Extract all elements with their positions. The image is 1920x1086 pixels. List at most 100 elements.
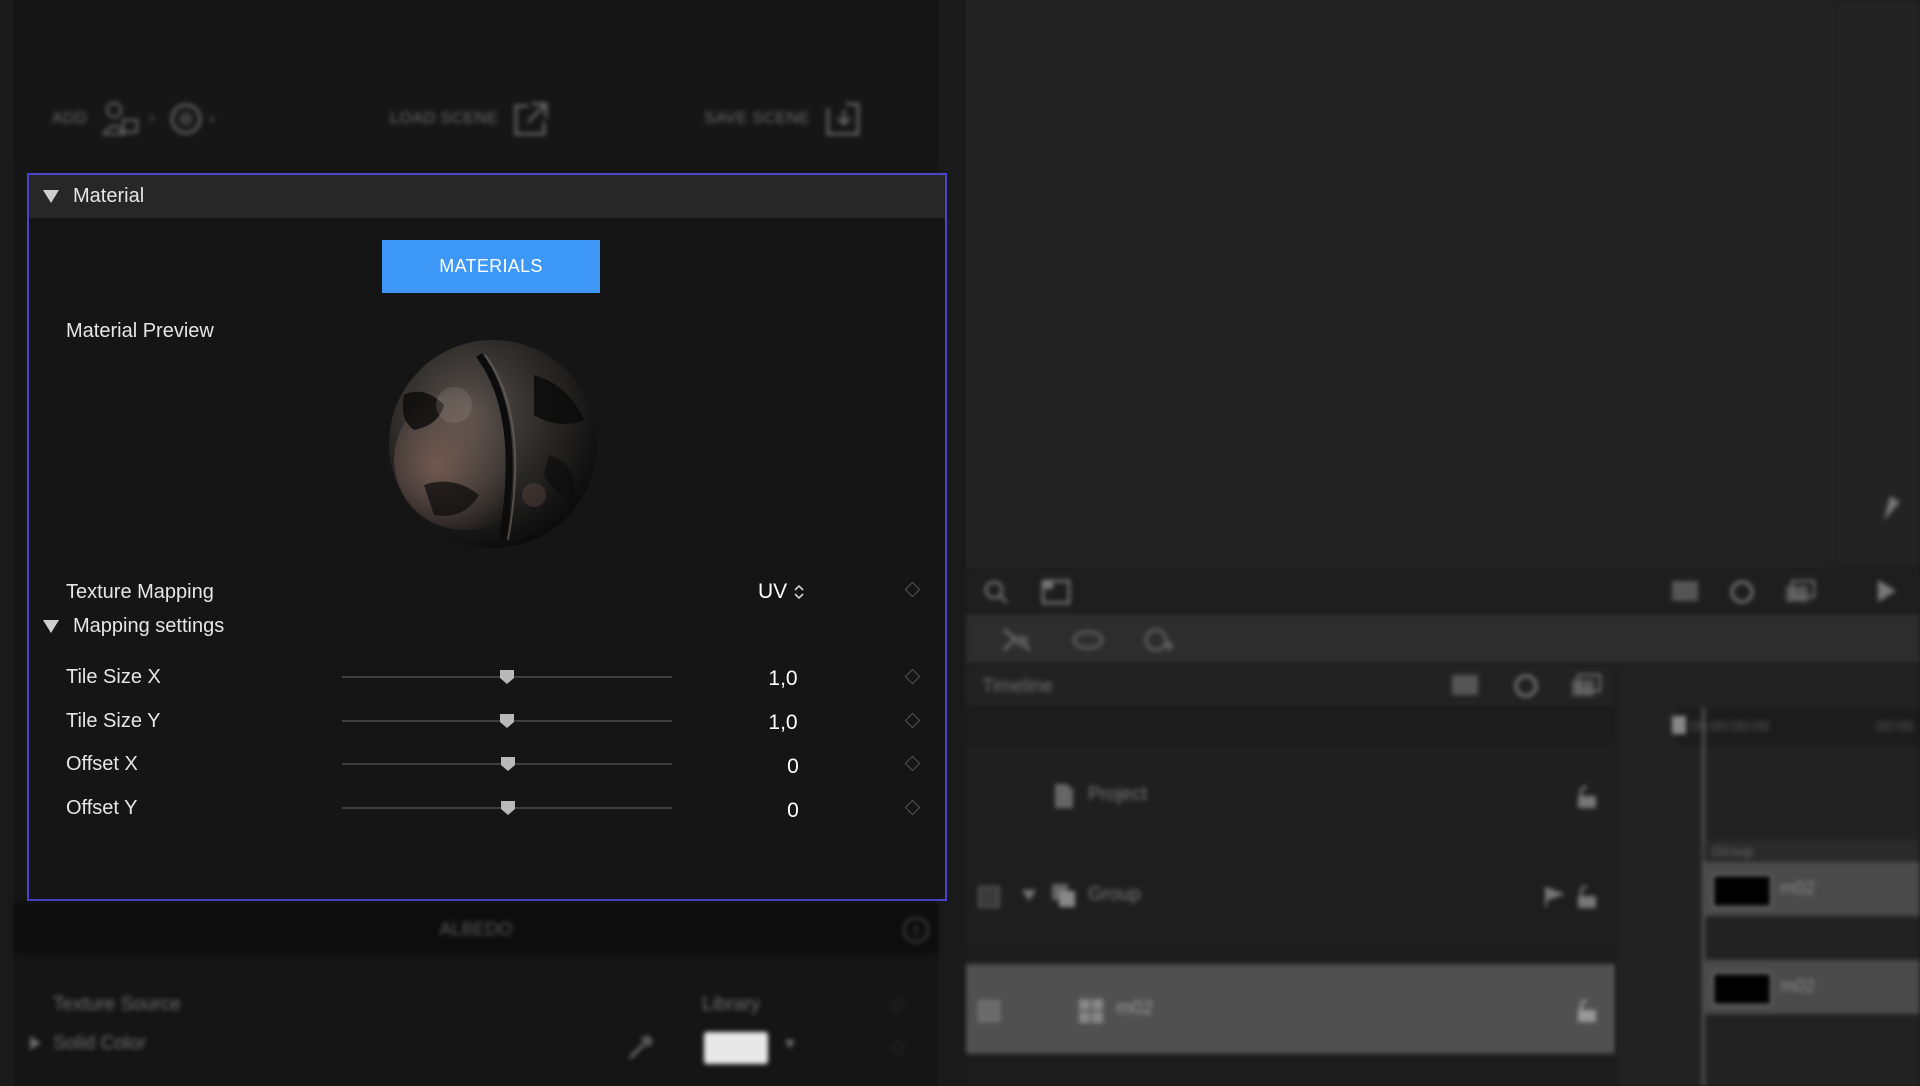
keyframe-diamond-icon[interactable]: [904, 799, 921, 816]
timeline-ruler[interactable]: 00:00:00:00 00:00: [1672, 708, 1920, 746]
info-icon[interactable]: [902, 916, 930, 944]
material-preview-label: Material Preview: [66, 320, 214, 342]
tool-row: [966, 614, 1920, 664]
playhead-icon[interactable]: [1672, 716, 1686, 734]
keyframe-diamond-icon[interactable]: [904, 581, 921, 598]
clip-thumbnail: [1712, 874, 1772, 908]
chevron-down-icon[interactable]: ▼: [782, 1036, 798, 1054]
save-scene-label: SAVE SCENE: [704, 110, 811, 127]
keyframe-diamond-icon[interactable]: [904, 755, 921, 772]
add-label: ADD: [52, 110, 88, 127]
mesh-icon: [1079, 999, 1103, 1023]
film-icon[interactable]: [1670, 578, 1700, 604]
layer-label: Project: [1088, 784, 1148, 805]
param-value[interactable]: 1,0: [743, 711, 823, 735]
load-scene-label: LOAD SCENE: [390, 110, 499, 127]
loop-icon[interactable]: [1070, 626, 1106, 654]
film-icon[interactable]: [1450, 672, 1480, 698]
keyframe-diamond-icon[interactable]: [889, 1039, 906, 1056]
texture-source-label: Texture Source: [53, 994, 181, 1015]
viewport-toolbar: [966, 568, 1920, 614]
slider-thumb[interactable]: [499, 713, 515, 729]
texture-mapping-label: Texture Mapping: [66, 581, 214, 603]
material-section: Material MATERIALS Material Preview Text…: [27, 173, 947, 901]
layer-label: m02: [1116, 998, 1153, 1019]
add-keyframe-icon[interactable]: [1142, 626, 1176, 656]
eyedropper-icon[interactable]: [626, 1032, 656, 1062]
collapse-triangle-icon[interactable]: [1022, 890, 1036, 901]
timeline-header: Timeline: [966, 664, 1616, 708]
add-menu[interactable]: ADD › ›: [52, 100, 215, 138]
param-value[interactable]: 0: [753, 799, 833, 823]
track-clip[interactable]: m02: [1704, 862, 1920, 916]
slider-thumb[interactable]: [499, 669, 515, 685]
visibility-checkbox[interactable]: [978, 886, 1000, 908]
viewport[interactable]: [966, 0, 1836, 568]
param-label: Tile Size Y: [66, 710, 161, 732]
mapping-settings-header[interactable]: Mapping settings: [29, 615, 224, 638]
timecode-label: 00:00: [1876, 718, 1914, 735]
load-scene-button[interactable]: LOAD SCENE: [390, 100, 550, 138]
visibility-checkbox[interactable]: [978, 1000, 1000, 1022]
clip-label: m02: [1780, 976, 1816, 996]
mute-keys-icon[interactable]: [1000, 626, 1034, 654]
track-clip[interactable]: m02: [1704, 960, 1920, 1014]
timeline-label: Timeline: [982, 676, 1054, 697]
add-object-icon[interactable]: [101, 100, 143, 138]
texture-mapping-select[interactable]: UV: [758, 580, 805, 604]
keyframe-diamond-icon[interactable]: [889, 997, 906, 1014]
layer-row-group[interactable]: Group: [966, 842, 1616, 949]
play-layer-icon[interactable]: [1542, 884, 1568, 910]
layers-icon[interactable]: [1570, 672, 1602, 700]
frame-icon[interactable]: [1040, 578, 1072, 606]
material-header[interactable]: Material: [29, 175, 945, 218]
keyframe-diamond-icon[interactable]: [904, 712, 921, 729]
mapping-settings-label: Mapping settings: [73, 615, 225, 637]
play-icon[interactable]: [1874, 578, 1898, 604]
add-light-icon[interactable]: [169, 102, 203, 136]
param-label: Tile Size X: [66, 666, 161, 688]
timeline-ruler-spacer: [966, 708, 1616, 746]
albedo-header[interactable]: ALBEDO: [14, 904, 938, 954]
expand-triangle-icon[interactable]: [30, 1036, 41, 1050]
collapse-triangle-icon[interactable]: [43, 190, 59, 203]
layer-label: Group: [1088, 884, 1141, 905]
param-value[interactable]: 1,0: [743, 667, 823, 691]
keyframe-diamond-icon[interactable]: [904, 668, 921, 685]
solid-color-label: Solid Color: [53, 1033, 146, 1054]
slider-thumb[interactable]: [500, 756, 516, 772]
lock-icon[interactable]: [1572, 998, 1600, 1024]
external-open-icon: [514, 102, 548, 136]
texture-source-select[interactable]: Library: [702, 994, 760, 1016]
layer-row-project[interactable]: Project: [966, 746, 1616, 843]
clip-label: m02: [1780, 878, 1816, 898]
viewport-side-strip: [1836, 0, 1920, 568]
updown-chevron-icon: [794, 584, 804, 600]
albedo-header-label: ALBEDO: [439, 919, 513, 939]
properties-panel: ADD › › LOAD SCENE SAVE SCENE Material M…: [14, 0, 947, 1086]
search-icon[interactable]: [982, 578, 1010, 606]
materials-button[interactable]: MATERIALS: [382, 240, 600, 293]
material-preview-sphere: [389, 340, 597, 548]
lock-icon[interactable]: [1572, 784, 1600, 810]
track-label: Group: [1712, 843, 1754, 860]
scene-toolbar: ADD › › LOAD SCENE SAVE SCENE: [14, 0, 938, 172]
param-label: Offset Y: [66, 797, 138, 819]
record-icon[interactable]: [1512, 672, 1540, 700]
record-icon[interactable]: [1728, 578, 1756, 606]
lock-icon[interactable]: [1572, 884, 1600, 910]
color-swatch[interactable]: [704, 1032, 768, 1064]
albedo-section: Texture Source Library Solid Color ▼: [14, 980, 938, 1086]
param-value[interactable]: 0: [753, 755, 833, 779]
timeline-tracks[interactable]: 00:00:00:00 00:00 Group m02 m02: [1616, 664, 1920, 1086]
layer-list: Project Group m02: [966, 746, 1616, 1086]
chevron-right-icon: ›: [149, 110, 156, 127]
collapse-triangle-icon[interactable]: [43, 620, 59, 633]
slider-thumb[interactable]: [500, 800, 516, 816]
save-scene-button[interactable]: SAVE SCENE: [704, 100, 862, 138]
track-group-bar[interactable]: Group: [1704, 840, 1920, 862]
layer-row-m02[interactable]: m02: [966, 964, 1616, 1055]
param-label: Offset X: [66, 753, 138, 775]
chevron-right-icon: ›: [209, 110, 215, 127]
layers-icon[interactable]: [1784, 578, 1816, 606]
